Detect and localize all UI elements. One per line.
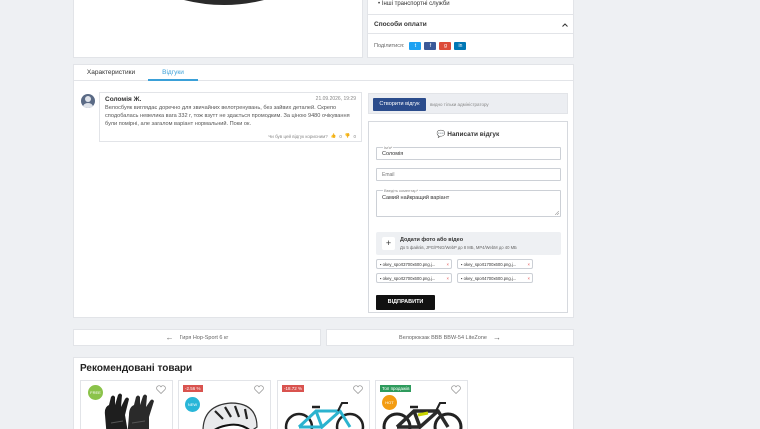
next-product-link[interactable]: Велорюкзак BBB BBW-54 LiteZone → [326, 329, 574, 346]
thumbs-down-icon[interactable]: 👎 [345, 133, 351, 139]
remove-file-icon[interactable]: × [528, 260, 530, 268]
tab-bar: Характеристики Відгуки [74, 65, 573, 81]
delivery-list: • Інші транспортні служби [378, 1, 450, 7]
twitter-icon[interactable]: t [409, 42, 422, 50]
file-name: okey_sport1700x600.png.j... [463, 262, 517, 267]
review-card: Соломія Ж. 21.09.2026, 19:29 Велосбуяк в… [99, 92, 362, 142]
product-image-panel [73, 0, 363, 58]
chat-icon: 💬 [436, 131, 446, 138]
recommended-panel: Рекомендовані товари FREE -2.56 % NEW -1… [73, 357, 574, 429]
product-card[interactable]: -2.56 % NEW [178, 380, 271, 429]
reviews-panel: Характеристики Відгуки Соломія Ж. 21.09.… [73, 64, 574, 318]
comment-field[interactable]: Введіть коментар* Самий найкращий варіан… [376, 188, 561, 217]
top-sales-badge: Топ продажів [380, 385, 412, 392]
discount-badge: -2.56 % [183, 385, 203, 392]
product-image-fragment [184, 0, 264, 5]
upload-title: Додати фото або відео [400, 237, 464, 243]
submit-label: ВІДПРАВИТИ [387, 299, 424, 305]
tab-reviews[interactable]: Відгуки [148, 65, 198, 81]
admin-note: видно тільки адміністратору [430, 102, 489, 107]
likes-count: 0 [339, 133, 342, 139]
facebook-icon[interactable]: f [424, 42, 437, 50]
upload-hint: До 5 файлів, JPG/PNG/WebP до 8 МБ, MP4/W… [400, 245, 517, 250]
ebike-image [382, 402, 463, 429]
remove-file-icon[interactable]: × [447, 274, 449, 282]
create-review-bar: Створити відгук видно тільки адміністрат… [368, 93, 568, 114]
tab-label: Характеристики [86, 69, 136, 76]
product-info-panel: • Інші транспортні служби Способи оплати… [367, 0, 574, 58]
tab-characteristics[interactable]: Характеристики [74, 65, 148, 81]
linkedin-icon[interactable]: in [454, 42, 467, 50]
remove-file-icon[interactable]: × [447, 260, 449, 268]
review-author: Соломія Ж. [105, 96, 142, 103]
product-card[interactable]: FREE [80, 380, 173, 429]
file-name: okey_sport3700x600.png.j... [382, 262, 436, 267]
heart-icon[interactable] [156, 385, 166, 394]
helpful-label: Чи був цей відгук корисним? [268, 133, 328, 139]
sticker-new: NEW [185, 397, 200, 412]
share-label: Поділитися: [374, 43, 405, 49]
name-field[interactable]: Ім'я* Соломія [376, 145, 561, 160]
avatar [81, 94, 95, 108]
heart-icon[interactable] [353, 385, 363, 394]
remove-file-icon[interactable]: × [528, 274, 530, 282]
product-card[interactable]: Топ продажів HOT [375, 380, 468, 429]
file-chip: ▪ okey_sport2700x600.png.j... × [376, 273, 452, 283]
share-row: Поділитися: t f g in [374, 42, 467, 50]
create-review-label: Створити відгук [379, 101, 420, 107]
thumbs-up-icon[interactable]: 👍 [331, 133, 337, 139]
discount-badge: -18.72 % [282, 385, 305, 392]
email-placeholder: Email [382, 172, 395, 178]
file-chip: ▪ okey_sport4700x600.png.j... × [457, 273, 533, 283]
name-label: Ім'я* [383, 145, 394, 150]
arrow-right-icon: → [492, 333, 501, 342]
create-review-button[interactable]: Створити відгук [373, 98, 426, 111]
file-name: okey_sport2700x600.png.j... [382, 276, 436, 281]
comment-value: Самий найкращий варіант [382, 195, 450, 201]
resize-handle-icon[interactable] [555, 211, 559, 215]
email-field[interactable]: Email [376, 168, 561, 181]
heart-icon[interactable] [254, 385, 264, 394]
next-product-label: Велорюкзак BBB BBW-54 LiteZone [399, 334, 487, 341]
review-form: 💬 Написати відгук Ім'я* Соломія Email Вв… [368, 121, 568, 313]
file-chip: ▪ okey_sport1700x600.png.j... × [457, 259, 533, 269]
payment-methods-toggle[interactable]: Способи оплати [368, 14, 573, 34]
google-plus-icon[interactable]: g [439, 42, 452, 50]
product-card[interactable]: -18.72 % [277, 380, 370, 429]
prev-product-label: Гиря Hop-Sport 6 кг [179, 334, 229, 341]
recommended-title: Рекомендовані товари [80, 363, 193, 374]
delivery-item: Інші транспортні служби [381, 1, 450, 7]
badge-label: -2.56 % [185, 386, 201, 391]
dislikes-count: 0 [353, 133, 356, 139]
review-text: Велосбуяк виглядає доречно для звичайних… [105, 105, 350, 128]
heart-icon[interactable] [451, 385, 461, 394]
submit-review-button[interactable]: ВІДПРАВИТИ [376, 295, 435, 310]
form-title-row: 💬 Написати відгук [369, 130, 567, 138]
badge-label: -18.72 % [284, 386, 303, 391]
name-value: Соломія [382, 151, 404, 157]
file-chip: ▪ okey_sport3700x600.png.j... × [376, 259, 452, 269]
form-title: Написати відгук [447, 131, 500, 138]
chevron-up-icon [562, 23, 568, 27]
helmet-image [202, 402, 258, 429]
tab-label: Відгуки [162, 69, 184, 76]
arrow-left-icon: ← [165, 333, 174, 342]
review-date: 21.09.2026, 19:29 [315, 96, 356, 102]
payment-methods-label: Способи оплати [374, 21, 427, 28]
bike-image [284, 402, 365, 429]
gloves-image [104, 393, 154, 429]
badge-label: Топ продажів [382, 386, 410, 391]
upload-area[interactable]: + Додати фото або відео До 5 файлів, JPG… [376, 232, 561, 255]
comment-label: Введіть коментар* [383, 188, 420, 193]
upload-plus-icon: + [382, 237, 395, 250]
prev-product-link[interactable]: ← Гиря Hop-Sport 6 кг [73, 329, 321, 346]
review-helpful-row: Чи був цей відгук корисним? 👍 0 👎 0 [268, 133, 356, 139]
file-name: okey_sport4700x600.png.j... [463, 276, 517, 281]
